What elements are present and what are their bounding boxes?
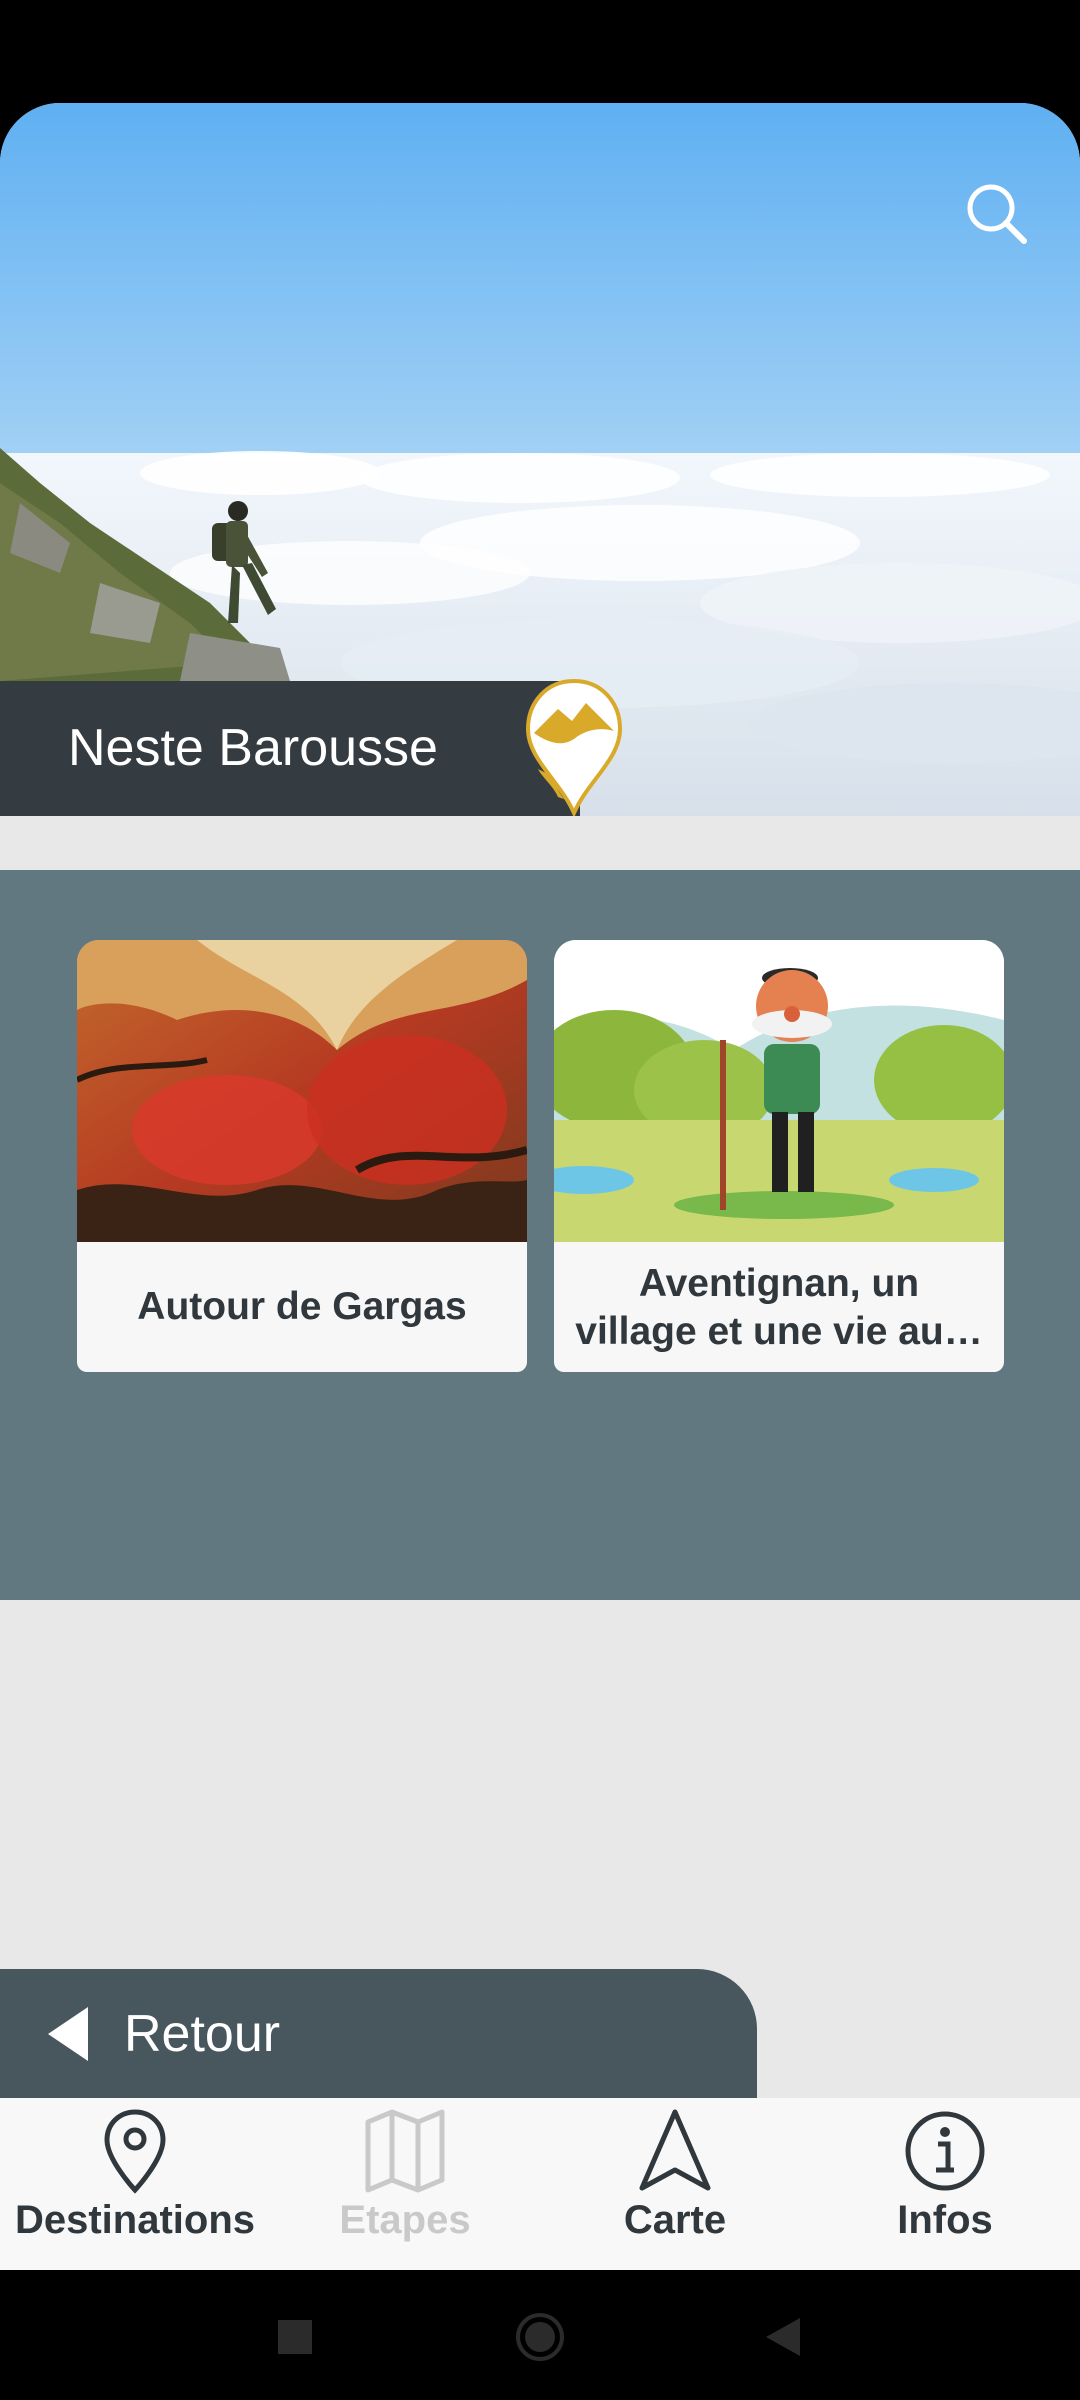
back-triangle-icon — [48, 2007, 88, 2061]
cartoon-old-man-image — [554, 940, 1004, 1242]
itineraries-section: Autour de Gargas Aventignan, un village … — [0, 870, 1080, 1600]
recents-square-icon[interactable] — [268, 2310, 322, 2364]
phone-screen: Neste Barousse Autour de Gargas Aventign… — [0, 0, 1080, 2400]
info-icon — [905, 2111, 985, 2191]
nav-label: Etapes — [339, 2198, 471, 2242]
itinerary-card[interactable]: Autour de Gargas — [77, 940, 527, 1372]
bottom-navigation: Destinations Etapes Carte Infos — [0, 2098, 1080, 2270]
nav-label: Infos — [897, 2198, 993, 2242]
card-title-text: Aventignan, un village et une vie au… — [575, 1262, 983, 1353]
page-title: Neste Barousse — [68, 719, 438, 777]
itinerary-card[interactable]: Aventignan, un village et une vie au… — [554, 940, 1004, 1372]
nav-label: Destinations — [14, 2198, 256, 2242]
search-icon[interactable] — [962, 179, 1032, 249]
back-button[interactable]: Retour — [0, 1969, 757, 2099]
app-container: Neste Barousse Autour de Gargas Aventign… — [0, 103, 1080, 2270]
cave-painting-image — [77, 940, 527, 1242]
back-triangle-system-icon[interactable] — [756, 2310, 810, 2364]
map-pin-icon — [104, 2109, 166, 2194]
card-title: Aventignan, un village et une vie au… — [554, 1242, 1004, 1372]
card-title-text: Autour de Gargas — [137, 1285, 467, 1328]
nav-label: Carte — [623, 2198, 727, 2242]
home-circle-icon[interactable] — [513, 2310, 567, 2364]
destination-title-banner: Neste Barousse — [0, 681, 580, 816]
card-title: Autour de Gargas — [77, 1242, 527, 1372]
folded-map-icon — [365, 2109, 445, 2193]
nav-tab-etapes[interactable]: Etapes — [270, 2098, 540, 2270]
nav-tab-destinations[interactable]: Destinations — [0, 2098, 270, 2270]
status-bar — [0, 0, 1080, 103]
hero-header: Neste Barousse — [0, 103, 1080, 816]
nav-tab-carte[interactable]: Carte — [540, 2098, 810, 2270]
navigation-arrow-icon — [639, 2109, 711, 2191]
back-button-label: Retour — [124, 2005, 281, 2063]
nav-tab-infos[interactable]: Infos — [810, 2098, 1080, 2270]
mountain-pin-logo-icon — [525, 678, 623, 816]
system-navigation-bar — [0, 2270, 1080, 2400]
